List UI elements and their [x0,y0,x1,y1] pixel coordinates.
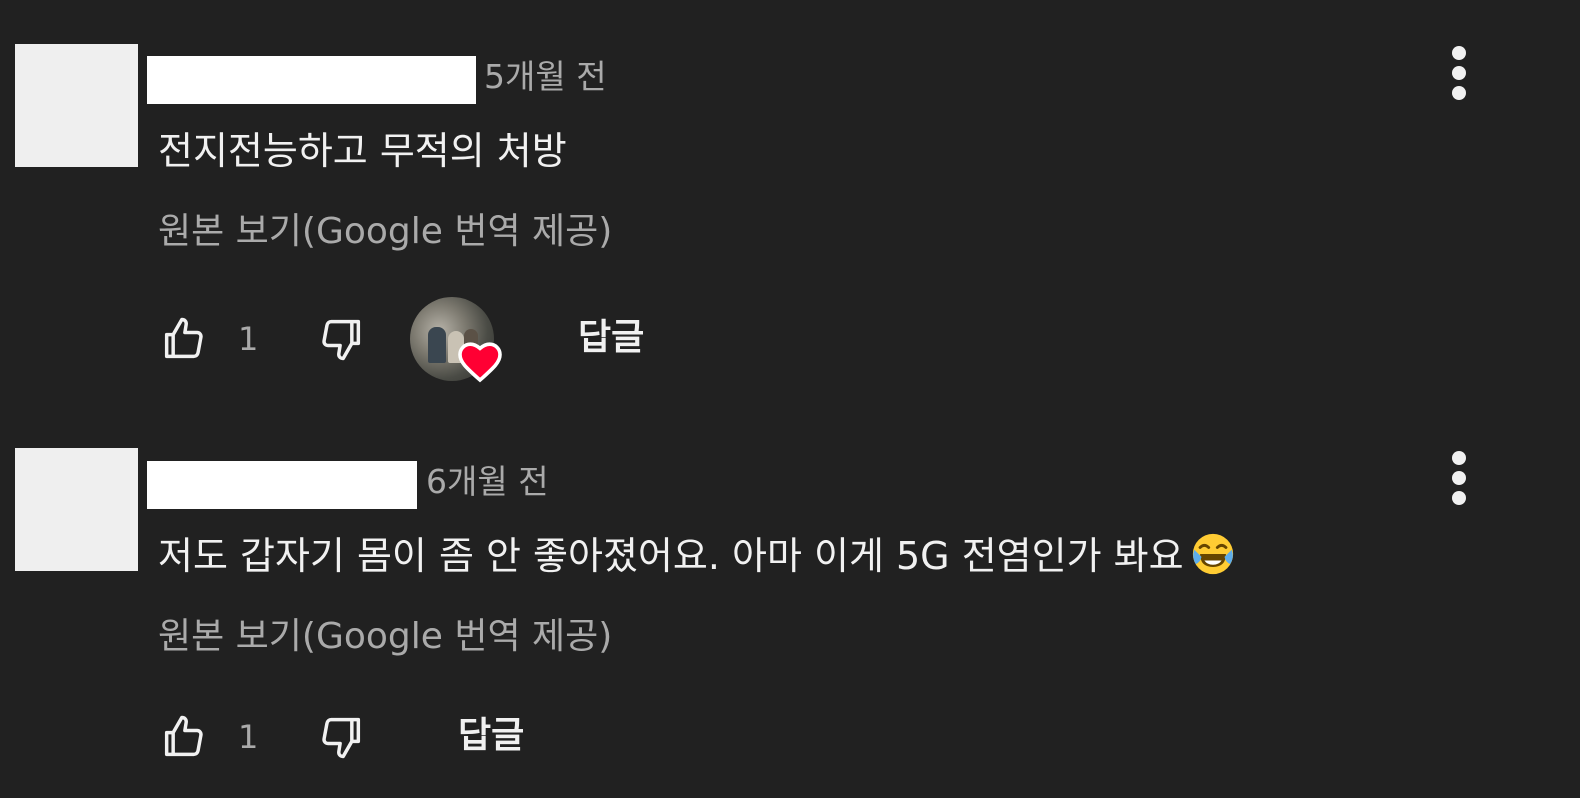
reply-button[interactable]: 답글 [458,710,524,762]
comment-text: 전지전능하고 무적의 처방 [158,129,567,173]
like-count: 1 [238,320,259,358]
show-original-link[interactable]: 원본 보기(Google 번역 제공) [158,206,612,258]
comment-time: 5개월 전 [484,57,607,96]
show-original-link[interactable]: 원본 보기(Google 번역 제공) [158,611,612,663]
commenter-name-redacted[interactable] [147,461,417,509]
creator-heart-badge [410,297,506,389]
more-vertical-icon[interactable] [1440,445,1478,515]
reply-button[interactable]: 답글 [578,312,644,364]
comment-time: 6개월 전 [426,462,549,501]
thumbs-down-icon[interactable] [315,313,367,365]
more-vertical-icon[interactable] [1440,40,1478,110]
commenter-avatar[interactable] [15,44,138,167]
commenter-avatar[interactable] [15,448,138,571]
thumbs-up-icon[interactable] [158,313,210,365]
commenter-name-redacted[interactable] [147,56,476,104]
face-with-tears-of-joy-icon [1192,533,1233,575]
like-count: 1 [238,718,259,756]
thumbs-up-icon[interactable] [158,711,210,763]
thumbs-down-icon[interactable] [315,711,367,763]
heart-icon [456,337,504,383]
comment-text: 저도 갑자기 몸이 좀 안 좋아졌어요. 아마 이게 5G 전염인가 봐요 [158,530,1236,582]
comment-text-body: 저도 갑자기 몸이 좀 안 좋아졌어요. 아마 이게 5G 전염인가 봐요 [158,534,1184,578]
